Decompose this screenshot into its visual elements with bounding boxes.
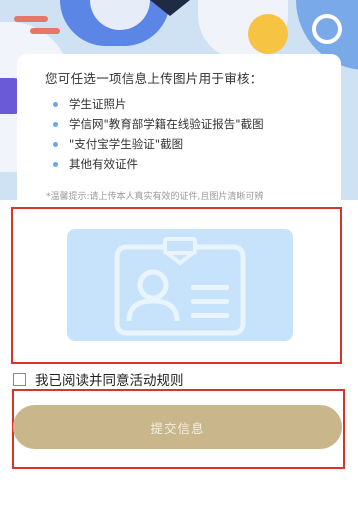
image-upload-button[interactable] xyxy=(67,229,293,341)
decor-shape xyxy=(30,28,60,34)
accepted-documents-list: 学生证照片 学信网"教育部学籍在线验证报告"截图 "支付宝学生验证"截图 其他有… xyxy=(53,94,264,174)
agreement-row: 我已阅读并同意活动规则 xyxy=(13,369,184,389)
list-item: "支付宝学生验证"截图 xyxy=(53,134,264,154)
list-item: 其他有效证件 xyxy=(53,154,264,174)
warm-tip: *温馨提示:请上传本人真实有效的证件,且图片清晰可辨 xyxy=(46,192,264,202)
list-item: 学生证照片 xyxy=(53,94,264,114)
decor-ring xyxy=(312,14,342,44)
agree-checkbox[interactable] xyxy=(13,372,26,386)
agree-label[interactable]: 我已阅读并同意活动规则 xyxy=(35,369,184,389)
id-card-icon xyxy=(114,237,246,336)
list-item: 学信网"教育部学籍在线验证报告"截图 xyxy=(53,114,264,134)
decor-shape xyxy=(14,16,48,22)
submit-button[interactable]: 提交信息 xyxy=(13,405,342,449)
sun-decor xyxy=(248,14,288,54)
instructions-intro: 您可任选一项信息上传图片用于审核： xyxy=(45,71,263,86)
